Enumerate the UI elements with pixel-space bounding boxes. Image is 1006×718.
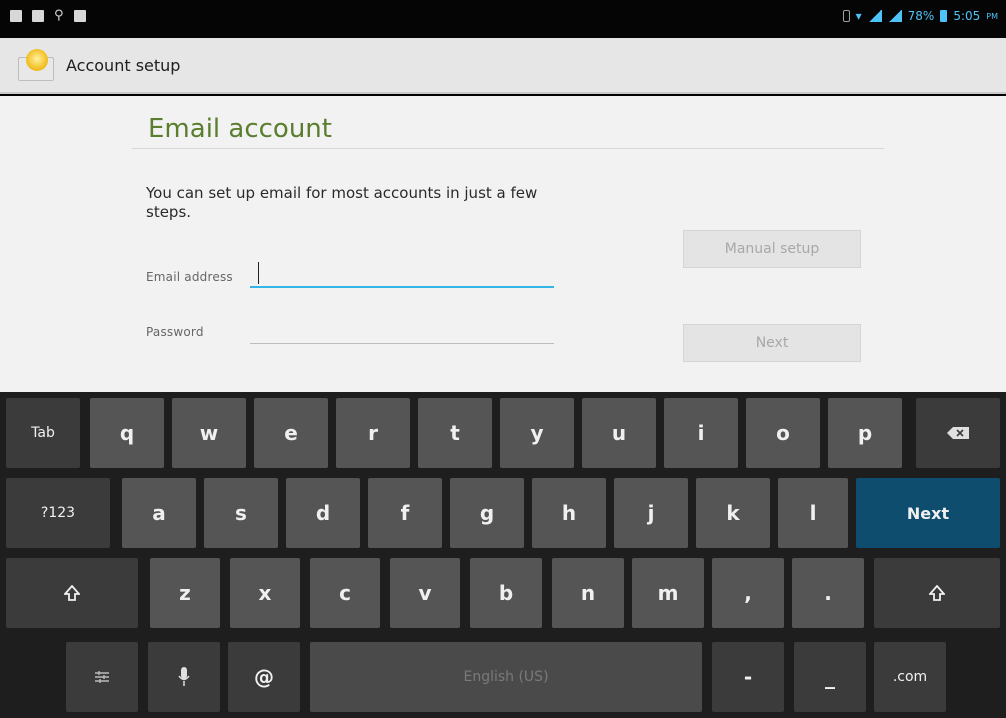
soft-keyboard: Tab q w e r t y u i o p ?123 a s d f g h… [0, 392, 1006, 718]
key-t[interactable]: t [418, 398, 492, 468]
settings-key[interactable] [66, 642, 138, 712]
text-cursor [258, 262, 259, 284]
account-setup-form: Email account You can set up email for m… [0, 96, 1006, 392]
key-c[interactable]: c [310, 558, 380, 628]
notification-icons: ⚲ [10, 8, 86, 23]
at-key[interactable]: @ [228, 642, 300, 712]
keyboard-settings-icon [95, 671, 109, 683]
battery-percent: 78% [907, 9, 935, 23]
clock-ampm: PM [986, 11, 998, 21]
shift-icon [929, 585, 945, 601]
microphone-icon [178, 667, 190, 686]
manual-setup-button[interactable]: Manual setup [683, 230, 861, 268]
notification-icon [10, 10, 22, 22]
android-debug-icon [73, 10, 86, 22]
system-icons: ▾ 78% 5:05 PM [842, 9, 998, 23]
right-shift-key[interactable] [874, 558, 1000, 628]
key-e[interactable]: e [254, 398, 328, 468]
email-label: Email address [146, 270, 233, 284]
key-n[interactable]: n [552, 558, 624, 628]
key-comma[interactable]: , [712, 558, 784, 628]
underscore-key[interactable]: _ [794, 642, 866, 712]
key-o[interactable]: o [746, 398, 820, 468]
voice-input-key[interactable] [148, 642, 220, 712]
key-a[interactable]: a [122, 478, 196, 548]
key-i[interactable]: i [664, 398, 738, 468]
tab-key[interactable]: Tab [6, 398, 80, 468]
key-z[interactable]: z [150, 558, 220, 628]
wifi-icon: ▾ [855, 9, 862, 23]
intro-text: You can set up email for most accounts i… [146, 184, 538, 221]
key-l[interactable]: l [778, 478, 848, 548]
key-f[interactable]: f [368, 478, 442, 548]
key-period[interactable]: . [792, 558, 864, 628]
key-p[interactable]: p [828, 398, 902, 468]
key-k[interactable]: k [696, 478, 770, 548]
status-bar: ⚲ ▾ 78% 5:05 PM [0, 0, 1006, 38]
symbols-key[interactable]: ?123 [6, 478, 110, 548]
email-app-icon[interactable] [18, 49, 54, 81]
battery-icon [940, 10, 948, 22]
key-x[interactable]: x [230, 558, 300, 628]
signal-icon [867, 10, 882, 22]
key-w[interactable]: w [172, 398, 246, 468]
left-shift-key[interactable] [6, 558, 138, 628]
key-m[interactable]: m [632, 558, 704, 628]
keyboard-next-key[interactable]: Next [856, 478, 1000, 548]
key-h[interactable]: h [532, 478, 606, 548]
key-s[interactable]: s [204, 478, 278, 548]
key-u[interactable]: u [582, 398, 656, 468]
action-bar-title: Account setup [66, 56, 181, 75]
key-b[interactable]: b [470, 558, 542, 628]
title-divider [132, 148, 884, 149]
key-y[interactable]: y [500, 398, 574, 468]
vibrate-icon [842, 10, 850, 22]
image-notification-icon [32, 10, 44, 22]
action-bar: Account setup [0, 38, 1006, 94]
key-j[interactable]: j [614, 478, 688, 548]
dotcom-key[interactable]: .com [874, 642, 946, 712]
usb-icon: ⚲ [54, 8, 64, 23]
password-label: Password [146, 325, 204, 339]
key-r[interactable]: r [336, 398, 410, 468]
key-g[interactable]: g [450, 478, 524, 548]
email-field[interactable] [250, 258, 554, 288]
key-v[interactable]: v [390, 558, 460, 628]
key-q[interactable]: q [90, 398, 164, 468]
space-bar[interactable]: English (US) [310, 642, 702, 712]
backspace-icon [947, 427, 969, 439]
key-d[interactable]: d [286, 478, 360, 548]
page-title: Email account [148, 114, 332, 144]
dash-key[interactable]: - [712, 642, 784, 712]
next-button[interactable]: Next [683, 324, 861, 362]
signal-2-icon [887, 10, 902, 22]
shift-icon [64, 585, 80, 601]
backspace-key[interactable] [916, 398, 1000, 468]
password-field[interactable] [250, 314, 554, 344]
clock: 5:05 [953, 9, 981, 23]
